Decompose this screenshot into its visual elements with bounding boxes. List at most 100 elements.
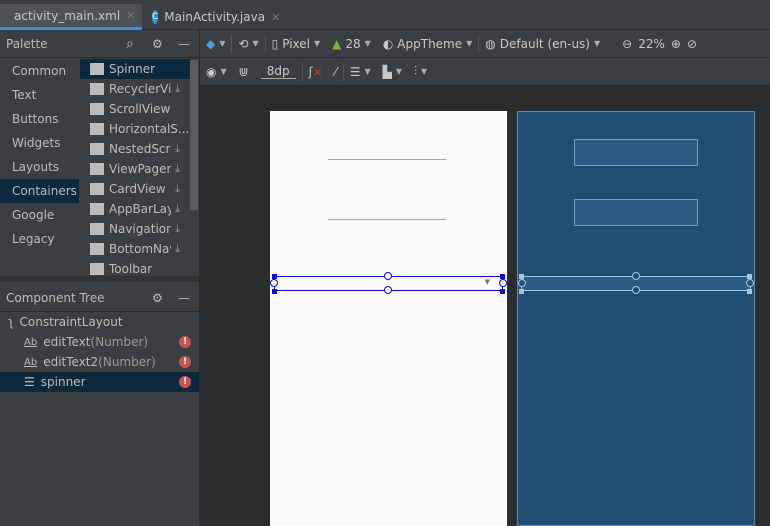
download-icon[interactable]: ⤓: [175, 179, 180, 199]
android-icon: ▲: [332, 36, 342, 51]
palette-item[interactable]: NavigationView⤓: [80, 219, 190, 239]
gear-icon[interactable]: ⚙: [152, 37, 163, 51]
design-surface-button[interactable]: ◆ ▼: [200, 37, 231, 51]
palette-header: Palette ⌕ ⚙ —: [0, 30, 199, 58]
palette-item[interactable]: ViewPager ⤓: [80, 159, 190, 179]
constraint-anchor-bottom[interactable]: [384, 286, 392, 294]
constraint-anchor-left[interactable]: [518, 279, 526, 287]
constraint-anchor-top[interactable]: [632, 272, 640, 280]
widget-icon: [90, 143, 104, 155]
tree-item-edittext[interactable]: Ab editText(Number)!: [0, 332, 199, 352]
pack-button[interactable]: ⫶ ▼: [408, 64, 433, 79]
palette-category-containers[interactable]: Containers: [0, 179, 79, 203]
palette-category-widgets[interactable]: Widgets: [0, 131, 79, 155]
download-icon[interactable]: ⤓: [175, 199, 180, 219]
download-icon[interactable]: ⤓: [175, 79, 180, 99]
infer-constraints-button[interactable]: ⁄: [329, 65, 343, 79]
palette-item[interactable]: NestedScrollView⤓: [80, 139, 190, 159]
guidelines-icon: ☰: [349, 64, 361, 79]
widget-icon: [90, 83, 104, 95]
blueprint-view[interactable]: [517, 111, 755, 526]
zoom-fit-icon[interactable]: ⊘: [687, 37, 697, 51]
tab-activity-main[interactable]: activity_main.xml ✕: [0, 4, 142, 30]
gear-icon[interactable]: ⚙: [152, 291, 163, 305]
palette-item[interactable]: HorizontalS...: [80, 119, 190, 139]
magnet-icon: ⋓: [238, 64, 249, 79]
palette-category-text[interactable]: Text: [0, 83, 79, 107]
error-icon[interactable]: !: [179, 376, 191, 388]
palette-item[interactable]: RecyclerView⤓: [80, 79, 190, 99]
autoconnect-toggle[interactable]: ⋓: [233, 65, 255, 79]
constraint-anchor-bottom[interactable]: [632, 286, 640, 294]
palette-item[interactable]: AppBarLayout⤓: [80, 199, 190, 219]
error-icon[interactable]: !: [179, 336, 191, 348]
panel-splitter[interactable]: [0, 276, 199, 282]
theme-icon: ◐: [382, 36, 394, 51]
palette-item[interactable]: ScrollView: [80, 99, 190, 119]
download-icon[interactable]: ⤓: [175, 159, 180, 179]
layers-icon: ◆: [206, 36, 216, 51]
close-icon[interactable]: ✕: [126, 9, 135, 22]
resize-handle[interactable]: [519, 289, 524, 294]
dropdown-arrow-icon: ▼: [484, 278, 490, 286]
resize-handle[interactable]: [272, 289, 277, 294]
align-button[interactable]: ▙ ▼: [377, 65, 408, 79]
constraint-anchor-left[interactable]: [270, 279, 278, 287]
resize-handle[interactable]: [747, 289, 752, 294]
widget-icon: [90, 263, 104, 275]
view-options-button[interactable]: ◉ ▼: [200, 65, 233, 79]
tree-item-edittext2[interactable]: Ab editText2(Number)!: [0, 352, 199, 372]
search-icon[interactable]: ⌕: [126, 36, 134, 52]
phone-icon: ▯: [271, 36, 279, 51]
palette-category-layouts[interactable]: Layouts: [0, 155, 79, 179]
edittext-icon: Ab: [24, 336, 38, 348]
clear-constraints-icon: ʃ×: [308, 64, 323, 79]
guidelines-button[interactable]: ☰ ▼: [344, 65, 377, 79]
constraint-anchor-right[interactable]: [746, 279, 754, 287]
tree-item-constraintlayout[interactable]: ʅ ConstraintLayout: [0, 312, 199, 332]
spinner-icon: ☰: [24, 375, 35, 389]
theme-selector[interactable]: ◐ AppTheme ▼: [377, 37, 478, 51]
edittext2-blueprint[interactable]: [574, 199, 698, 226]
design-view[interactable]: ▼: [270, 111, 507, 526]
orientation-button[interactable]: ⟲ ▼: [232, 37, 264, 51]
device-selector[interactable]: ▯ Pixel ▼: [266, 37, 327, 51]
palette-scrollbar[interactable]: [190, 60, 198, 210]
edittext-blueprint[interactable]: [574, 139, 698, 166]
api-selector[interactable]: ▲ 28 ▼: [326, 37, 377, 51]
left-panel: Palette ⌕ ⚙ — Common Text Buttons Widgets La…: [0, 30, 200, 526]
locale-selector[interactable]: ◍ Default (en-us) ▼: [479, 37, 606, 51]
globe-icon: ◍: [485, 36, 496, 51]
clear-constraints-button[interactable]: ʃ×: [303, 65, 329, 79]
align-icon: ▙: [382, 64, 392, 79]
palette-item[interactable]: Spinner: [80, 59, 190, 79]
default-margin-button[interactable]: 8dp: [255, 64, 302, 79]
component-tree-header: Component Tree ⚙ —: [0, 284, 199, 312]
constraint-anchor-top[interactable]: [384, 272, 392, 280]
zoom-out-icon[interactable]: ⊖: [622, 37, 632, 51]
tab-main-activity[interactable]: C MainActivity.java ✕: [144, 4, 284, 30]
download-icon[interactable]: ⤓: [175, 239, 180, 259]
download-icon[interactable]: ⤓: [175, 219, 180, 239]
tree-item-spinner[interactable]: ☰ spinner!: [0, 372, 199, 392]
minimize-icon[interactable]: —: [178, 291, 190, 305]
widget-icon: [90, 203, 104, 215]
download-icon[interactable]: ⤓: [175, 139, 180, 159]
distribute-icon: ⫶: [414, 64, 418, 78]
resize-handle[interactable]: [500, 289, 505, 294]
palette-category-buttons[interactable]: Buttons: [0, 107, 79, 131]
palette-category-common[interactable]: Common: [0, 59, 79, 83]
zoom-in-icon[interactable]: ⊕: [671, 37, 681, 51]
edittext-number-preview[interactable]: [328, 159, 446, 160]
edittext2-number-preview[interactable]: [328, 219, 446, 220]
palette-item[interactable]: CardView ⤓: [80, 179, 190, 199]
widget-icon: [90, 243, 104, 255]
minimize-icon[interactable]: —: [178, 37, 190, 51]
constraint-anchor-right[interactable]: [499, 279, 507, 287]
palette-category-legacy[interactable]: Legacy: [0, 227, 79, 251]
class-c-icon: C: [152, 10, 159, 24]
close-icon[interactable]: ✕: [271, 11, 280, 24]
error-icon[interactable]: !: [179, 356, 191, 368]
palette-category-google[interactable]: Google: [0, 203, 79, 227]
palette-item[interactable]: BottomNavigationView⤓: [80, 239, 190, 259]
